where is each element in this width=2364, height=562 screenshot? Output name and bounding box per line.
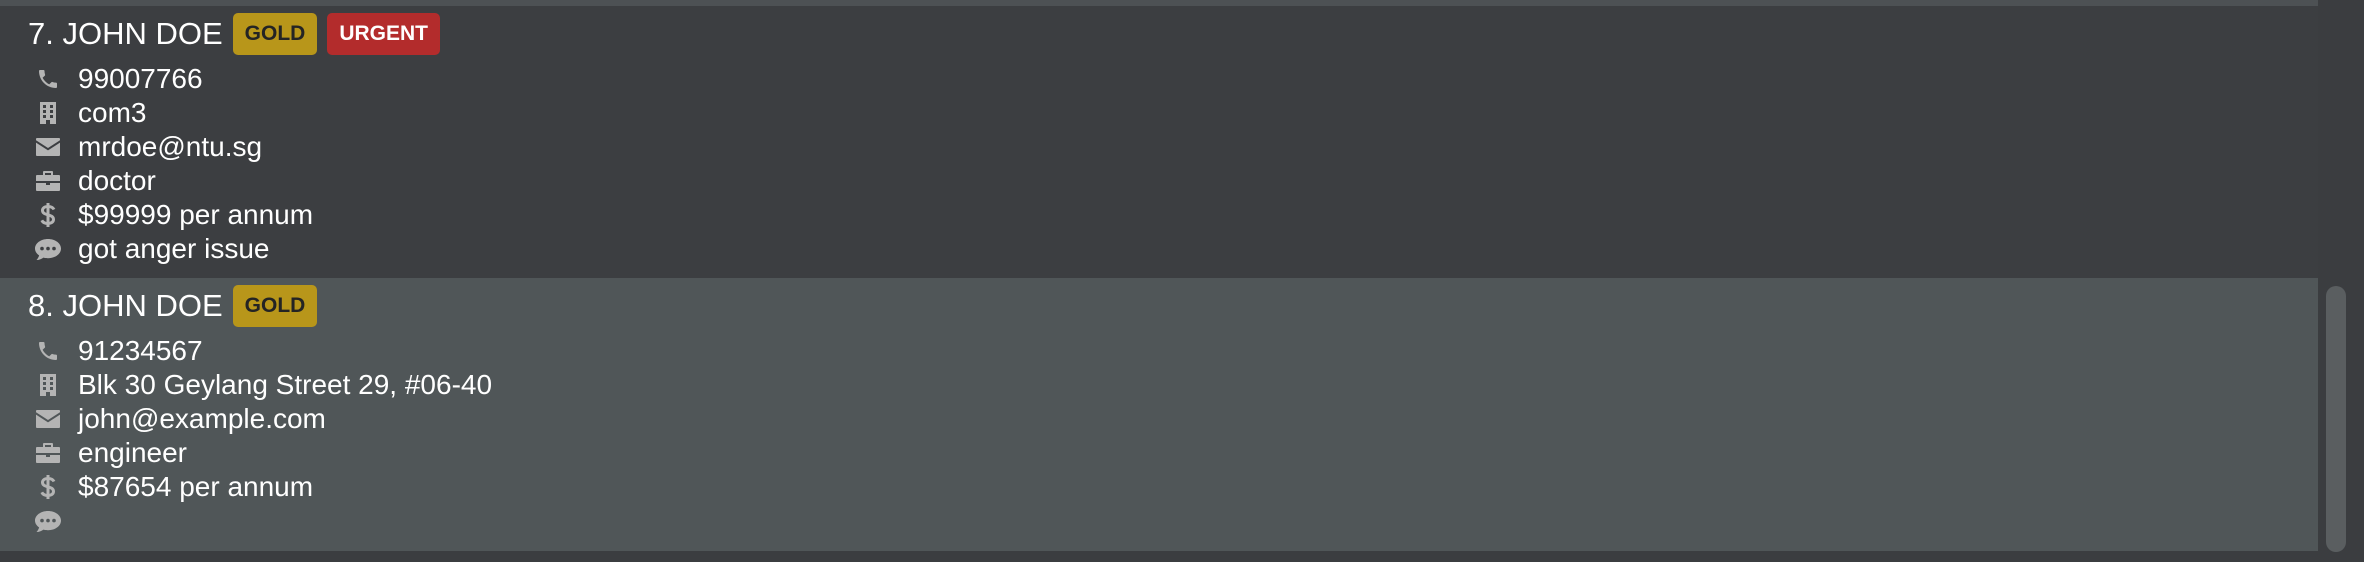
- person-name: 7. JOHN DOE: [28, 16, 223, 51]
- person-name: 8. JOHN DOE: [28, 288, 223, 323]
- remark-field: got anger issue: [28, 232, 2318, 266]
- envelope-icon: [28, 132, 68, 162]
- phone-icon: [28, 64, 68, 94]
- email-field: mrdoe@ntu.sg: [28, 130, 2318, 164]
- email-value: john@example.com: [78, 403, 326, 434]
- person-card-selected[interactable]: 8. JOHN DOE GOLD 91234567 Blk 30 Geylang…: [0, 278, 2318, 551]
- job-field: engineer: [28, 436, 2318, 470]
- email-field: john@example.com: [28, 402, 2318, 436]
- building-icon: [28, 98, 68, 128]
- dollar-icon: [28, 472, 68, 502]
- dollar-icon: [28, 200, 68, 230]
- briefcase-icon: [28, 166, 68, 196]
- tag-gold: GOLD: [232, 13, 318, 55]
- list-bottom-edge: [0, 551, 2318, 562]
- comment-icon: [28, 506, 68, 536]
- tag-urgent: URGENT: [327, 13, 440, 55]
- remark-field: [28, 504, 2318, 538]
- address-field: Blk 30 Geylang Street 29, #06-40: [28, 368, 2318, 402]
- phone-value: 99007766: [78, 63, 203, 94]
- address-field: com3: [28, 96, 2318, 130]
- salary-value: $99999 per annum: [78, 199, 314, 230]
- person-card[interactable]: 7. JOHN DOE GOLD URGENT 99007766 com3 mr…: [0, 6, 2318, 278]
- scrollbar-thumb[interactable]: [2326, 286, 2346, 552]
- envelope-icon: [28, 404, 68, 434]
- address-value: Blk 30 Geylang Street 29, #06-40: [78, 369, 493, 400]
- comment-icon: [28, 234, 68, 264]
- building-icon: [28, 370, 68, 400]
- person-header: 8. JOHN DOE GOLD: [28, 278, 2318, 334]
- job-value: engineer: [78, 437, 187, 468]
- phone-value: 91234567: [78, 335, 203, 366]
- person-list-panel: 7. JOHN DOE GOLD URGENT 99007766 com3 mr…: [0, 0, 2364, 562]
- job-value: doctor: [78, 165, 156, 196]
- tag-gold: GOLD: [232, 285, 318, 327]
- phone-field: 99007766: [28, 62, 2318, 96]
- phone-field: 91234567: [28, 334, 2318, 368]
- person-header: 7. JOHN DOE GOLD URGENT: [28, 6, 2318, 62]
- salary-value: $87654 per annum: [78, 471, 314, 502]
- salary-field: $99999 per annum: [28, 198, 2318, 232]
- job-field: doctor: [28, 164, 2318, 198]
- email-value: mrdoe@ntu.sg: [78, 131, 263, 162]
- remark-value: got anger issue: [78, 233, 270, 264]
- briefcase-icon: [28, 438, 68, 468]
- phone-icon: [28, 336, 68, 366]
- address-value: com3: [78, 97, 147, 128]
- salary-field: $87654 per annum: [28, 470, 2318, 504]
